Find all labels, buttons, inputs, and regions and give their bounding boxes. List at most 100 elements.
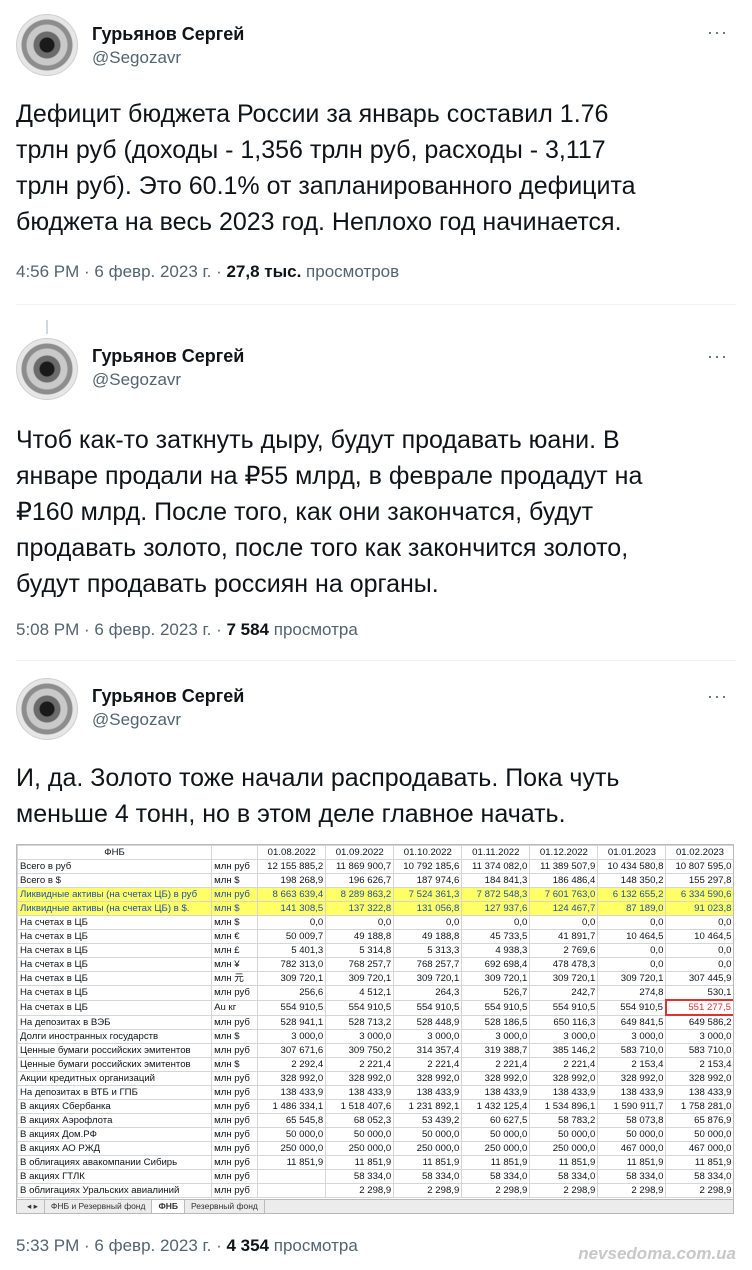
author-handle[interactable]: @Segozavr (92, 710, 181, 730)
value-cell: 11 374 082,0 (461, 859, 531, 874)
value-cell: 0,0 (461, 915, 531, 930)
value-cell: 554 910,5 (325, 999, 395, 1016)
date-header-cell: 01.02.2023 (665, 845, 733, 860)
value-cell: 0,0 (257, 915, 327, 930)
value-cell: 10 434 580,8 (597, 859, 667, 874)
tweet-1: Гурьянов Сергей @Segozavr ··· Дефицит бю… (0, 0, 752, 300)
view-count[interactable]: 27,8 тыс. (226, 262, 301, 281)
value-cell: 0,0 (393, 915, 463, 930)
value-cell: 328 992,0 (597, 1071, 667, 1086)
author-name[interactable]: Гурьянов Сергей (92, 686, 244, 707)
value-cell: 184 841,3 (461, 873, 531, 888)
value-cell: 649 841,5 (597, 1014, 667, 1030)
views-label: просмотров (301, 262, 400, 281)
value-cell: 4 512,1 (325, 985, 395, 1001)
value-cell: 50 000,0 (325, 1127, 395, 1142)
value-cell: 198 268,9 (257, 873, 327, 888)
value-cell: 554 910,5 (257, 999, 327, 1016)
row-label-cell: На депозитах в ВТБ и ГПБ (17, 1085, 213, 1100)
value-cell: 307 671,6 (257, 1043, 327, 1058)
table-row: В акциях Сбербанка млн руб 1 486 334,1 1 51… (17, 1099, 733, 1114)
value-cell: 49 188,8 (325, 929, 395, 944)
value-cell: 478 478,3 (529, 957, 599, 972)
value-cell: 138 433,9 (665, 1085, 733, 1100)
value-cell: 467 000,0 (597, 1141, 667, 1156)
value-cell: 8 663 639,4 (257, 887, 327, 902)
value-cell: 50 000,0 (597, 1127, 667, 1142)
timestamp[interactable]: 5:33 PM · 6 февр. 2023 г. · (16, 1236, 226, 1255)
tweet-text-line: продавать золото, после того как закончи… (16, 534, 629, 562)
value-cell: 2 221,4 (393, 1057, 463, 1072)
table-row: На счетах в ЦБ млн £5 401,3 5 314,8 5 313,3… (17, 943, 733, 958)
value-cell: 242,7 (529, 985, 599, 1001)
value-cell: 0,0 (597, 957, 667, 972)
avatar[interactable] (16, 678, 78, 740)
table-row: Ценные бумаги российских эмитентов млн ру… (17, 1043, 733, 1058)
value-cell: 11 851,9 (665, 1155, 733, 1170)
value-cell: 11 851,9 (257, 1155, 327, 1170)
table-row: Всего в $ млн $198 268,9 196 626,7 187 974,… (17, 873, 733, 888)
spreadsheet-image[interactable]: ФНБ 01.08.2022 01.09.2022 01.10.2022 01.11.2… (16, 844, 734, 1214)
value-cell: 10 792 185,6 (393, 859, 463, 874)
date-header-cell: 01.10.2022 (393, 845, 463, 860)
more-options-icon[interactable]: ··· (707, 686, 728, 707)
more-options-icon[interactable]: ··· (707, 22, 728, 43)
row-label-cell: На счетах в ЦБ (17, 929, 213, 944)
views-label: просмотра (269, 620, 358, 639)
value-cell: 554 910,5 (529, 999, 599, 1016)
author-name[interactable]: Гурьянов Сергей (92, 346, 244, 367)
value-cell: 138 433,9 (597, 1085, 667, 1100)
value-cell: 250 000,0 (393, 1141, 463, 1156)
row-label-cell: В облигациях авакомпании Сибирь (17, 1155, 213, 1170)
tweet-text-line: меньше 4 тонн, но в этом деле главное на… (16, 800, 566, 828)
tweet-text: Дефицит бюджета России за январь состави… (16, 96, 738, 240)
more-options-icon[interactable]: ··· (707, 346, 728, 367)
table-row: На депозитах в ВЭБ млн руб 528 941,1 528 71… (17, 1014, 733, 1030)
value-cell: 328 992,0 (257, 1071, 327, 1086)
value-cell: 692 698,4 (461, 957, 531, 972)
timestamp[interactable]: 4:56 PM · 6 февр. 2023 г. · (16, 262, 226, 281)
sheet-tab-active[interactable]: ФНБ (152, 1200, 185, 1213)
unit-cell: млн ¥ (211, 957, 259, 972)
value-cell: 2 221,4 (325, 1057, 395, 1072)
table-row: В акциях Дом.РФ млн руб 50 000,0 50 000,0 50… (17, 1127, 733, 1142)
sheet-nav-arrows[interactable]: ◂ ▸ (21, 1200, 45, 1213)
value-cell: 6 334 590,6 (665, 887, 733, 902)
value-cell: 328 992,0 (325, 1071, 395, 1086)
value-cell: 2 298,9 (665, 1183, 733, 1198)
sheet-tab[interactable]: Резервный фонд (185, 1200, 265, 1213)
value-cell: 3 000,0 (529, 1029, 599, 1044)
value-cell: 3 000,0 (257, 1029, 327, 1044)
author-handle[interactable]: @Segozavr (92, 48, 181, 68)
value-cell: 0,0 (665, 957, 733, 972)
sheet-tab[interactable]: ФНБ и Резервный фонд (45, 1200, 153, 1213)
value-cell: 0,0 (529, 915, 599, 930)
view-count[interactable]: 4 354 (226, 1236, 269, 1255)
value-cell: 58 334,0 (529, 1169, 599, 1184)
value-cell: 5 401,3 (257, 943, 327, 958)
avatar[interactable] (16, 14, 78, 76)
value-cell (257, 1183, 327, 1198)
value-cell: 768 257,7 (393, 957, 463, 972)
row-label-cell: В акциях Сбербанка (17, 1099, 213, 1114)
author-name[interactable]: Гурьянов Сергей (92, 24, 244, 45)
view-count[interactable]: 7 584 (226, 620, 269, 639)
tweet-text-line: Дефицит бюджета России за январь состави… (16, 100, 609, 128)
value-cell: 0,0 (665, 943, 733, 958)
value-cell: 309 720,1 (597, 971, 667, 986)
value-cell: 3 000,0 (461, 1029, 531, 1044)
value-cell: 385 146,2 (529, 1043, 599, 1058)
timestamp[interactable]: 5:08 PM · 6 февр. 2023 г. · (16, 620, 226, 639)
value-cell: 58 334,0 (325, 1169, 395, 1184)
unit-cell: млн руб (211, 1183, 259, 1198)
value-cell (257, 1169, 327, 1184)
sheet-title-cell: ФНБ (17, 845, 213, 860)
unit-cell: млн € (211, 929, 259, 944)
tweet-text-line: ₽160 млрд. После того, как они закончатс… (16, 498, 594, 526)
avatar[interactable] (16, 338, 78, 400)
value-cell: 10 464,5 (665, 929, 733, 944)
value-cell: 50 000,0 (461, 1127, 531, 1142)
author-handle[interactable]: @Segozavr (92, 370, 181, 390)
value-cell: 68 052,3 (325, 1113, 395, 1128)
watermark: nevsedoma.com.ua (578, 1244, 736, 1263)
